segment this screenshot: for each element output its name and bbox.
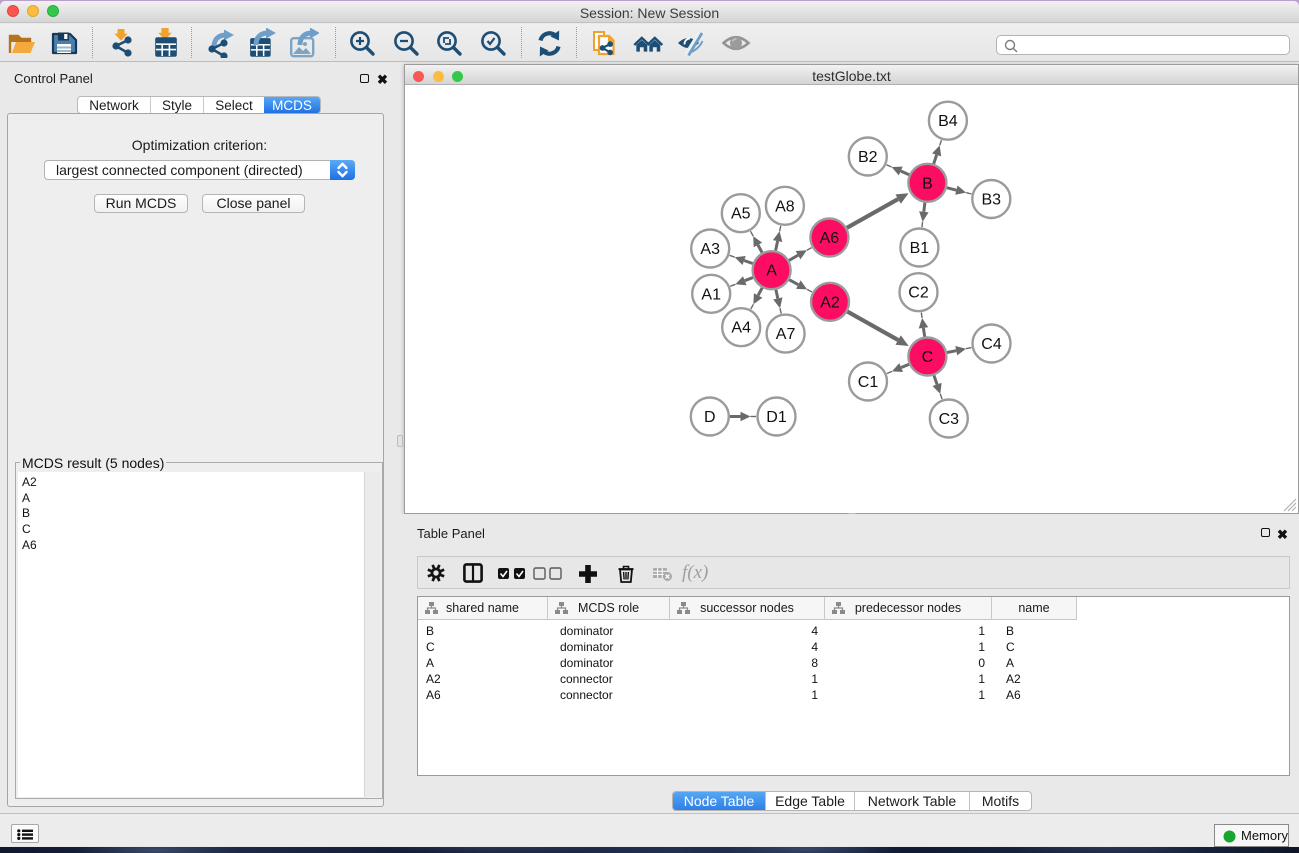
svg-text:C1: C1 — [858, 374, 879, 391]
svg-text:C3: C3 — [939, 411, 960, 428]
svg-text:B1: B1 — [910, 240, 930, 257]
svg-text:A1: A1 — [701, 286, 721, 303]
svg-text:A: A — [766, 263, 777, 280]
svg-text:A4: A4 — [731, 320, 751, 337]
svg-text:B: B — [922, 175, 933, 192]
svg-text:A2: A2 — [820, 294, 840, 311]
svg-text:A3: A3 — [700, 241, 720, 258]
svg-text:C4: C4 — [981, 336, 1002, 353]
svg-text:A8: A8 — [775, 198, 795, 215]
svg-text:C2: C2 — [908, 285, 929, 302]
svg-text:f(x): f(x) — [682, 563, 708, 583]
svg-text:A7: A7 — [776, 326, 796, 343]
svg-text:D: D — [704, 409, 716, 426]
svg-text:A5: A5 — [731, 206, 751, 223]
svg-text:D1: D1 — [766, 409, 787, 426]
svg-text:B4: B4 — [938, 113, 958, 130]
svg-text:B3: B3 — [982, 192, 1002, 209]
svg-text:B2: B2 — [858, 149, 878, 166]
svg-text:A6: A6 — [820, 230, 840, 247]
svg-text:C: C — [922, 349, 934, 366]
